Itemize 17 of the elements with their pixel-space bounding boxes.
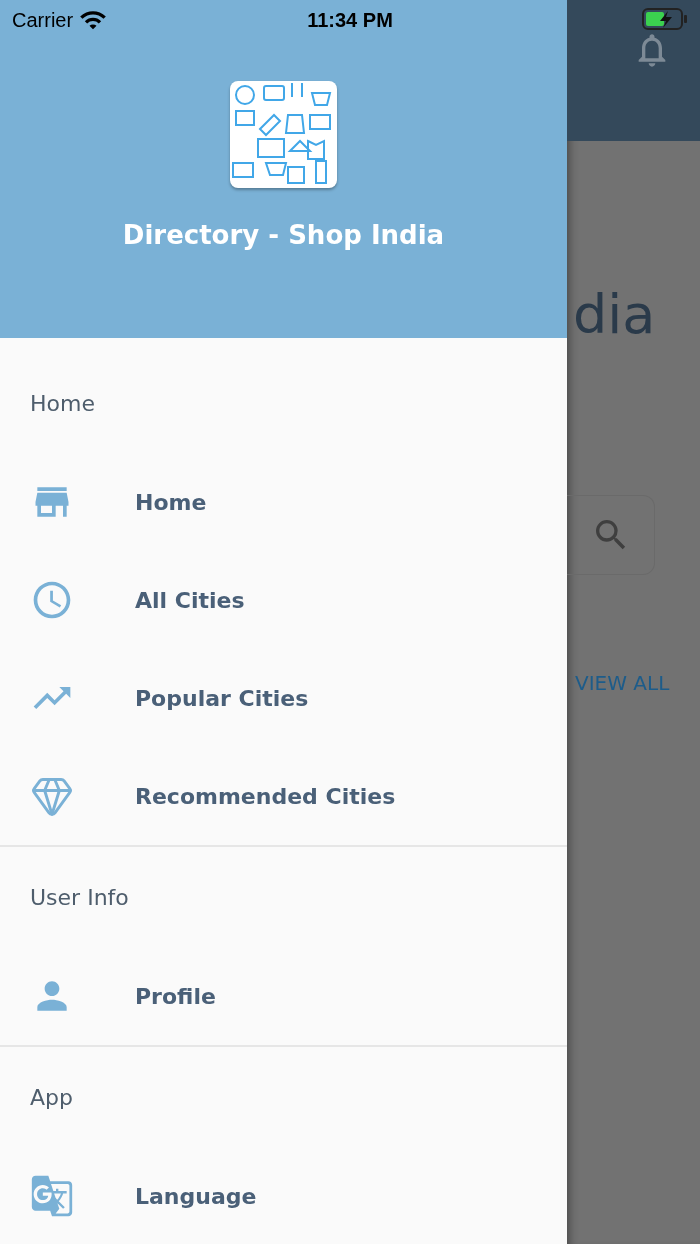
carrier-label: Carrier xyxy=(12,8,74,32)
menu-item[interactable]: Home xyxy=(0,453,567,551)
logo-icon xyxy=(230,81,337,188)
translate-icon xyxy=(30,1174,74,1218)
battery-icon xyxy=(642,8,688,30)
status-time: 11:34 PM xyxy=(307,8,393,32)
section-title: Home xyxy=(30,390,95,416)
page-heading: dia xyxy=(573,282,657,348)
search-field[interactable] xyxy=(567,495,655,575)
menu-item[interactable]: Popular Cities xyxy=(0,649,567,747)
menu-item[interactable]: Language xyxy=(0,1147,567,1244)
menu-item[interactable]: Profile xyxy=(0,947,567,1045)
section-title: App xyxy=(30,1084,73,1110)
app-title: Directory - Shop India xyxy=(122,220,445,250)
section-title: User Info xyxy=(30,884,129,910)
menu-item[interactable]: All Cities xyxy=(0,551,567,649)
menu-item[interactable]: Recommended Cities xyxy=(0,747,567,845)
